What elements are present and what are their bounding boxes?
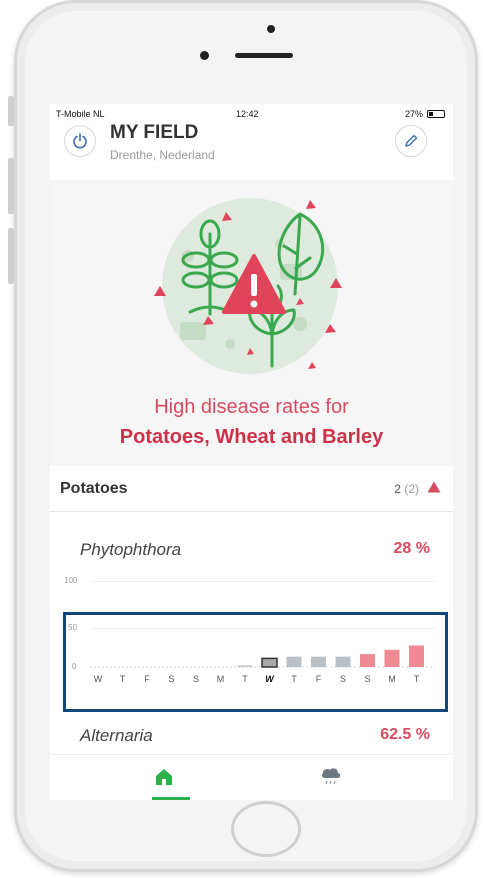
disease-percent: 62.5 % — [380, 726, 430, 743]
chart-highlight-box — [63, 612, 448, 712]
cloud-rain-icon[interactable] — [320, 765, 342, 787]
earpiece-speaker — [235, 53, 293, 58]
active-tab-indicator — [152, 797, 190, 800]
home-icon[interactable] — [154, 767, 174, 787]
front-camera — [200, 51, 209, 60]
mute-switch — [8, 96, 14, 126]
disease-row-alternaria[interactable]: Alternaria 62.5 % — [80, 726, 430, 752]
volume-up-button — [8, 158, 14, 214]
home-button[interactable] — [231, 801, 301, 857]
volume-down-button — [8, 228, 14, 284]
front-sensor — [267, 25, 275, 33]
bottom-nav — [50, 754, 453, 800]
disease-name: Alternaria — [80, 726, 153, 745]
